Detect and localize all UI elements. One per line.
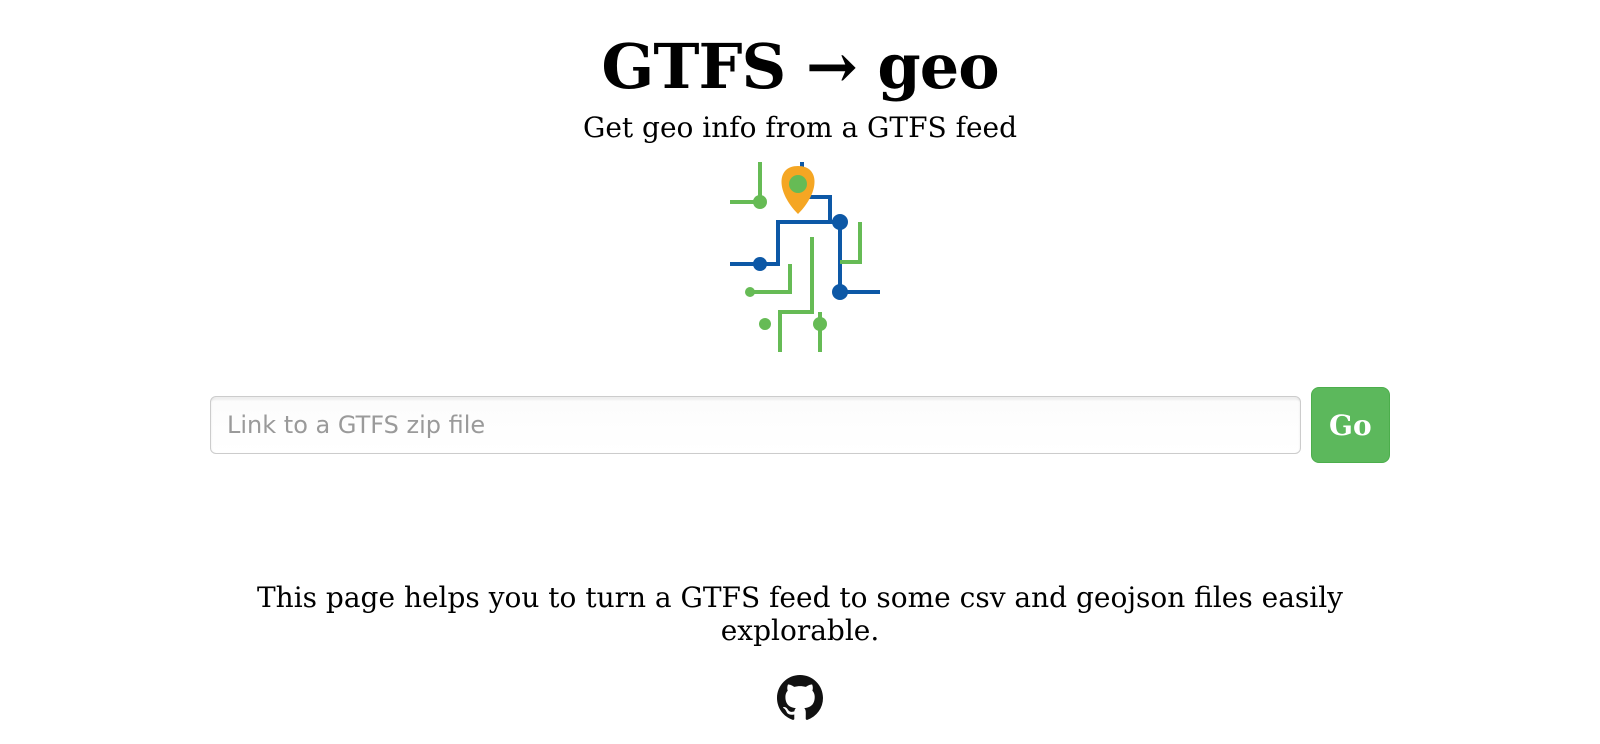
gtfs-url-input[interactable] xyxy=(210,396,1301,454)
page-title: GTFS → geo xyxy=(200,30,1400,103)
go-button[interactable]: Go xyxy=(1311,387,1390,463)
page-container: GTFS → geo Get geo info from a GTFS feed xyxy=(200,0,1400,725)
description-text: This page helps you to turn a GTFS feed … xyxy=(200,581,1400,647)
github-link[interactable] xyxy=(777,675,823,725)
logo-area xyxy=(200,162,1400,356)
page-subtitle: Get geo info from a GTFS feed xyxy=(200,111,1400,144)
transit-map-icon xyxy=(720,162,880,356)
github-icon xyxy=(777,706,823,725)
input-row: Go xyxy=(200,396,1400,463)
